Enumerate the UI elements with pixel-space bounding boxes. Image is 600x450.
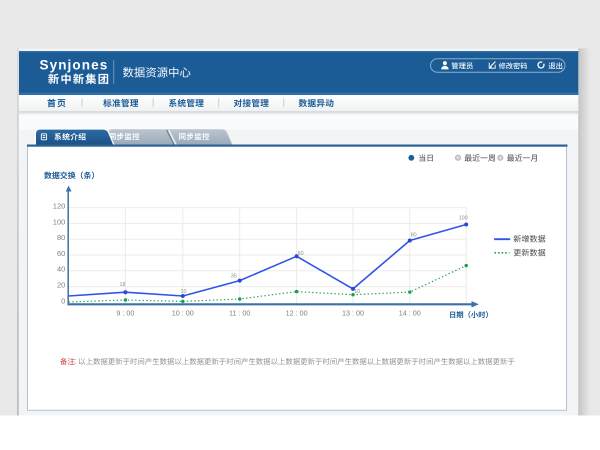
svg-text:13 : 00: 13 : 00 [342, 309, 364, 318]
svg-text:12 : 00: 12 : 00 [286, 309, 308, 318]
svg-text:Synjones: Synjones [40, 58, 109, 73]
svg-text:100: 100 [459, 215, 468, 221]
svg-text:120: 120 [53, 202, 66, 211]
svg-text:40: 40 [57, 265, 65, 274]
svg-text:14 : 00: 14 : 00 [399, 309, 421, 318]
svg-text:35: 35 [231, 274, 237, 280]
svg-text:11 : 00: 11 : 00 [229, 309, 250, 318]
svg-text:80: 80 [411, 233, 417, 239]
svg-text:9 : 00: 9 : 00 [116, 309, 134, 318]
svg-text:20: 20 [57, 281, 65, 290]
svg-text:60: 60 [57, 249, 65, 258]
svg-text:18: 18 [120, 282, 126, 288]
svg-text:10 : 00: 10 : 00 [172, 309, 194, 318]
svg-text:10: 10 [181, 289, 187, 295]
svg-text:10: 10 [354, 289, 360, 295]
svg-text:0: 0 [61, 296, 65, 305]
svg-text:60: 60 [298, 251, 304, 257]
svg-text:80: 80 [57, 233, 65, 242]
svg-text:100: 100 [53, 217, 66, 226]
